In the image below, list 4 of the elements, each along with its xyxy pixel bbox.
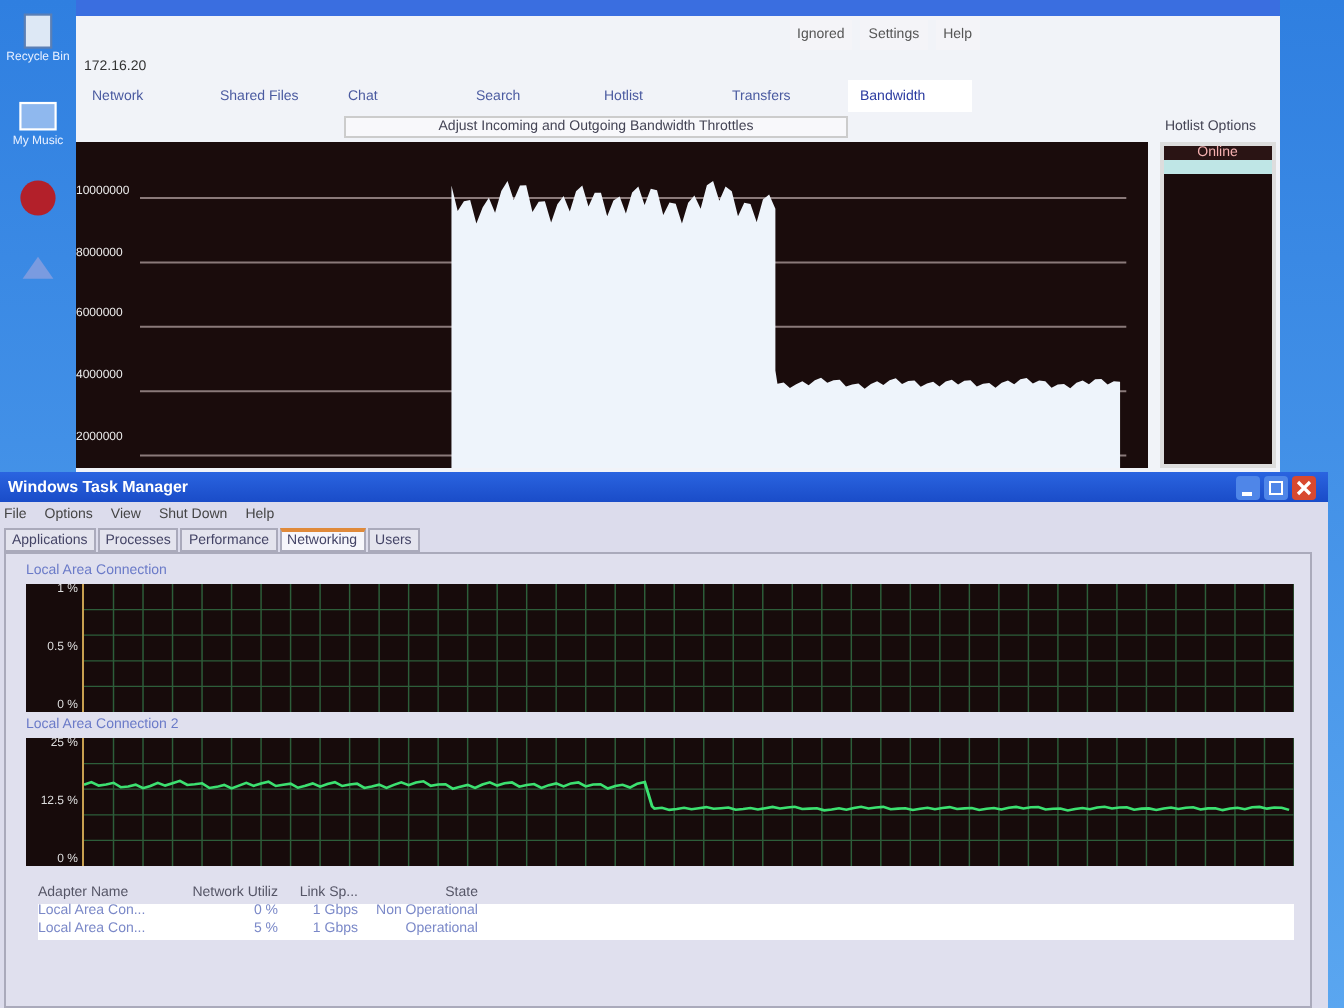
close-icon[interactable] (1292, 475, 1316, 499)
maximize-icon[interactable] (1264, 475, 1288, 499)
minimize-icon[interactable] (1236, 475, 1260, 499)
window-title: Windows Task Manager (8, 478, 189, 496)
